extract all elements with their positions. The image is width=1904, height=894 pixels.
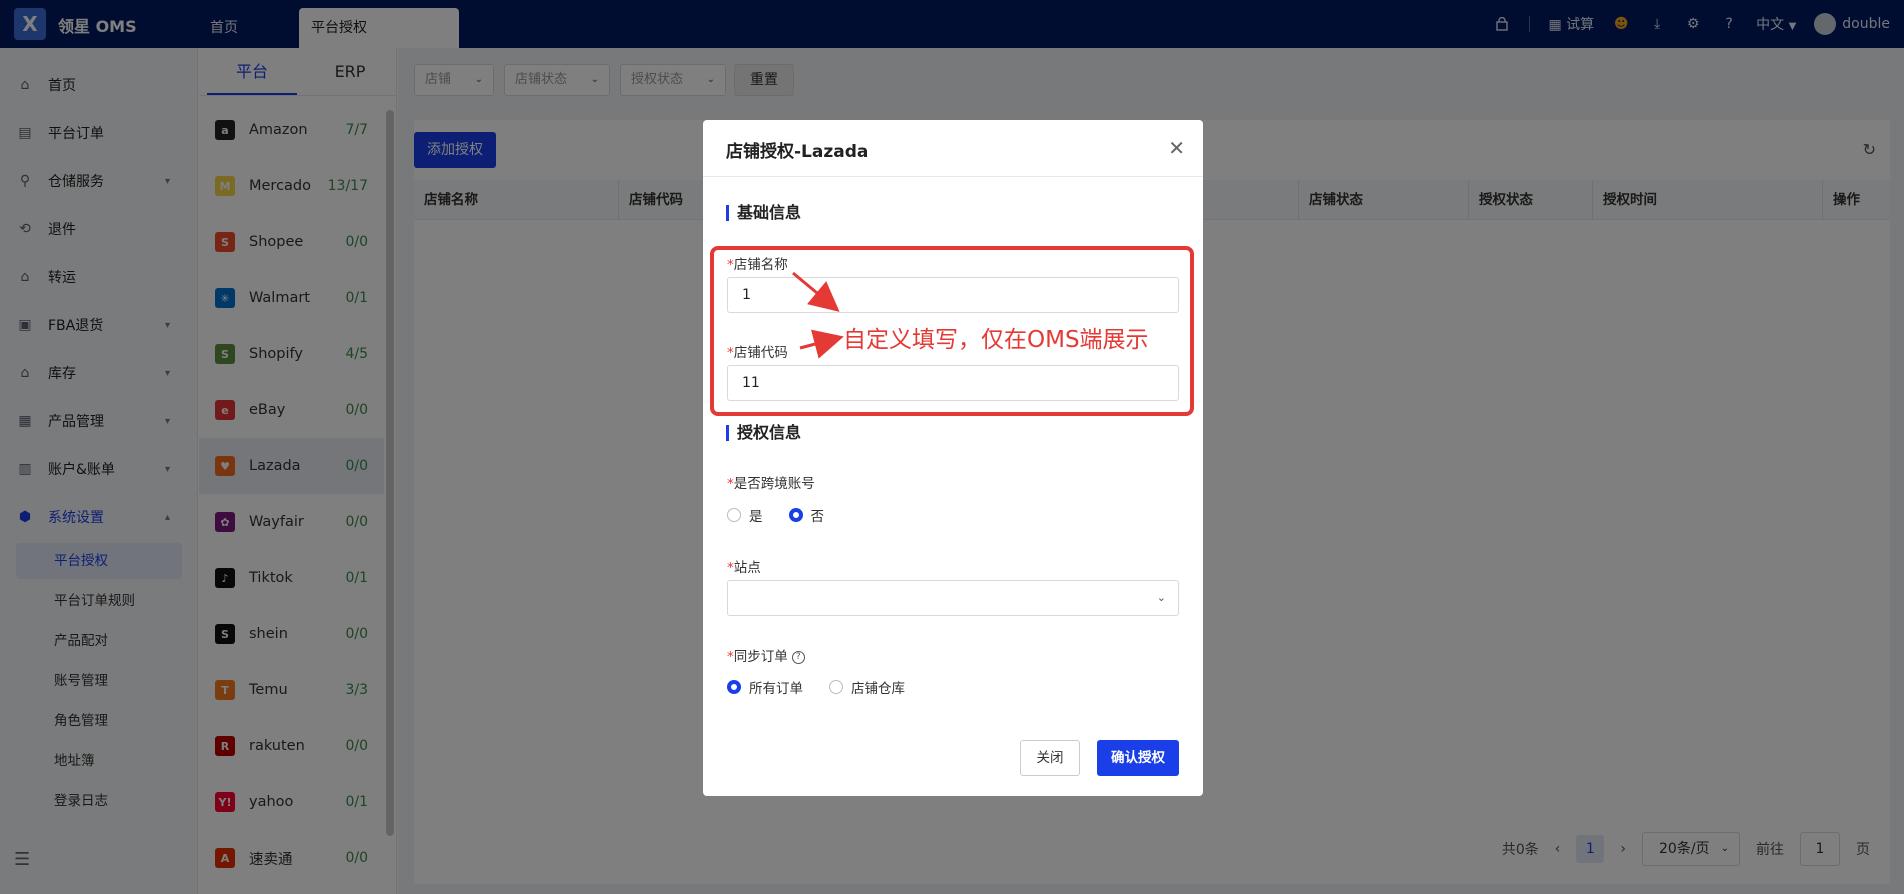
help-icon[interactable]: ?	[791, 650, 805, 664]
store-auth-dialog: 店铺授权-Lazada ✕ 基础信息 *店铺名称 1 *店铺代码 11 授权信息…	[703, 120, 1203, 796]
radio-label: 是	[749, 509, 763, 525]
cross-border-label: *是否跨境账号	[727, 472, 815, 492]
required-mark: *	[727, 476, 734, 492]
required-mark: *	[727, 560, 734, 576]
radio-label: 所有订单	[749, 681, 803, 697]
chevron-down-icon: ⌄	[1156, 591, 1166, 604]
radio-sync-all-orders[interactable]: 所有订单	[727, 677, 803, 697]
radio-cross-border-yes[interactable]: 是	[727, 505, 763, 525]
required-mark: *	[727, 649, 734, 665]
radio-circle	[727, 508, 741, 522]
radio-circle-checked	[788, 508, 803, 522]
radio-label: 店铺仓库	[851, 681, 905, 697]
dialog-title: 店铺授权-Lazada	[726, 142, 869, 162]
radio-sync-store-warehouse[interactable]: 店铺仓库	[829, 677, 905, 697]
radio-cross-border-no[interactable]: 否	[788, 505, 825, 525]
sync-orders-radio-group: 所有订单 店铺仓库	[727, 677, 905, 697]
radio-label: 否	[810, 509, 825, 525]
dialog-header: 店铺授权-Lazada ✕	[703, 120, 1203, 177]
site-label: *站点	[727, 556, 761, 576]
annotation-text: 自定义填写，仅在OMS端展示	[843, 327, 1149, 353]
sync-orders-label-text: 同步订单	[733, 649, 788, 665]
radio-circle-checked	[727, 680, 741, 694]
cross-border-radio-group: 是 否	[727, 505, 824, 525]
cross-border-label-text: 是否跨境账号	[733, 476, 815, 492]
site-label-text: 站点	[733, 560, 761, 576]
confirm-auth-button[interactable]: 确认授权	[1097, 740, 1179, 776]
close-icon[interactable]: ✕	[1168, 136, 1185, 160]
section-basic-info: 基础信息	[726, 205, 801, 221]
site-select[interactable]: ⌄	[727, 580, 1179, 616]
radio-circle	[829, 680, 843, 694]
sync-orders-label: *同步订单?	[727, 645, 805, 665]
section-auth-info: 授权信息	[726, 425, 801, 441]
close-button[interactable]: 关闭	[1020, 740, 1080, 776]
